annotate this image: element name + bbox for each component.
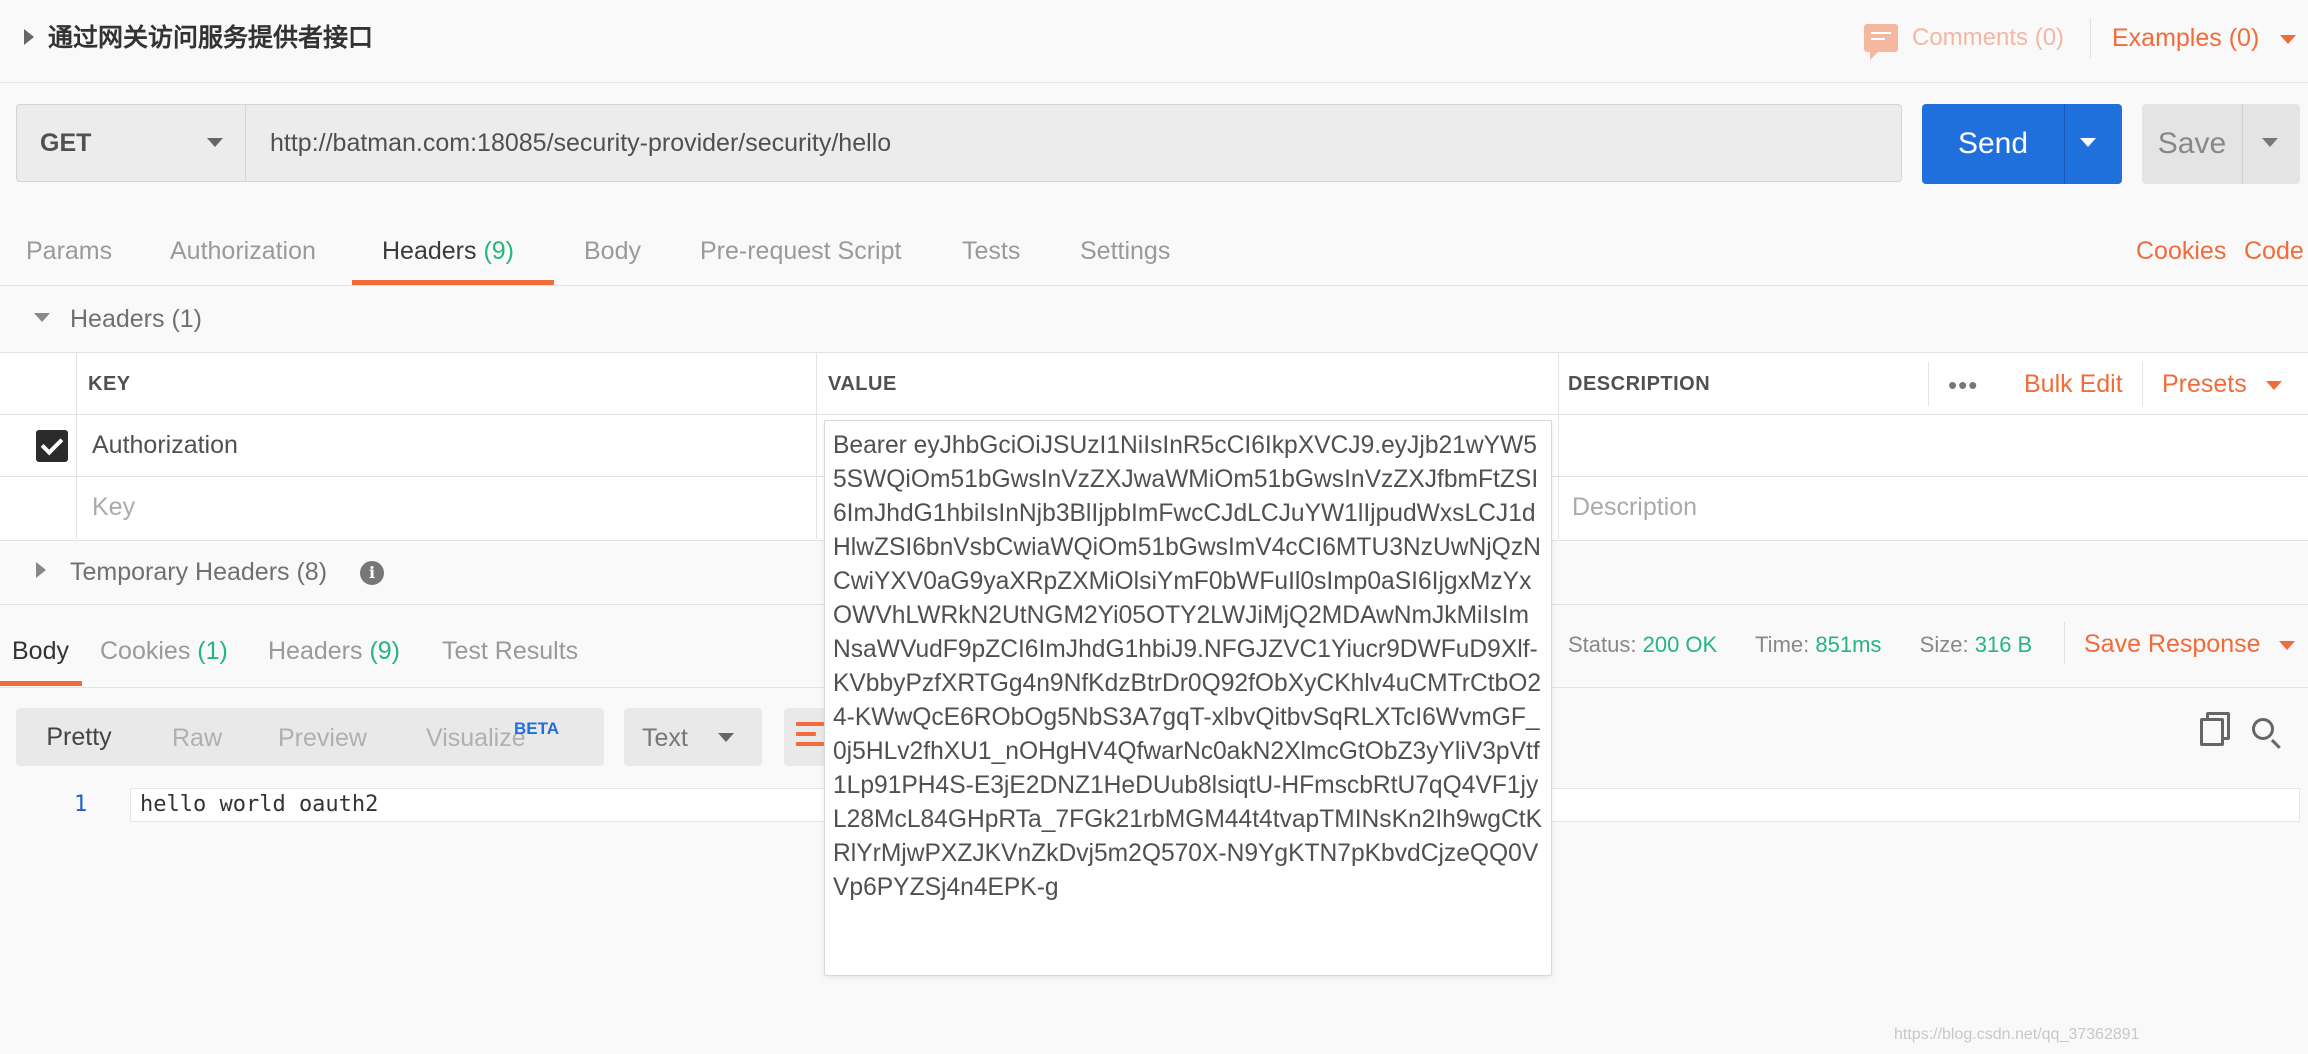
divider: [1928, 362, 1929, 406]
status-value[interactable]: 200 OK: [1643, 632, 1718, 657]
url-text: http://batman.com:18085/security-provide…: [270, 129, 892, 157]
presets-label: Presets: [2162, 370, 2247, 398]
column-header-value: VALUE: [828, 373, 897, 395]
column-header-key: KEY: [88, 373, 131, 395]
header-key-field[interactable]: Authorization: [92, 431, 238, 460]
divider: [2242, 104, 2243, 184]
divider: [1558, 352, 1559, 539]
tab-authorization[interactable]: Authorization: [170, 237, 316, 266]
chevron-down-icon: [718, 733, 734, 742]
tab-tests[interactable]: Tests: [962, 237, 1020, 266]
presets-dropdown[interactable]: Presets: [2162, 370, 2282, 399]
active-tab-indicator: [0, 681, 82, 686]
chevron-down-icon: [207, 138, 223, 147]
save-response-label: Save Response: [2084, 630, 2261, 658]
chevron-down-icon: [2280, 34, 2297, 44]
code-line[interactable]: hello world oauth2: [140, 792, 378, 817]
chevron-right-icon[interactable]: [36, 562, 46, 578]
time-label: Time:: [1755, 632, 1810, 657]
time-value[interactable]: 851ms: [1815, 632, 1881, 657]
info-icon[interactable]: i: [360, 561, 384, 585]
divider: [816, 352, 817, 539]
format-raw-button[interactable]: Raw: [172, 724, 222, 753]
line-number: 1: [74, 792, 88, 817]
collapse-caret-icon[interactable]: [24, 29, 34, 45]
cookies-link[interactable]: Cookies: [2136, 237, 2226, 266]
size-value[interactable]: 316 B: [1975, 632, 2033, 657]
examples-label: Examples (0): [2112, 24, 2260, 52]
response-tab-cookies-label: Cookies: [100, 637, 191, 665]
tab-headers-count: (9): [483, 237, 515, 265]
chevron-down-icon[interactable]: [34, 313, 50, 322]
content-type-label: Text: [642, 724, 688, 752]
divider: [0, 285, 2308, 286]
tab-headers-label: Headers: [382, 237, 477, 265]
response-tab-headers-count: (9): [369, 637, 401, 665]
search-icon[interactable]: [2252, 718, 2274, 740]
format-pretty-button[interactable]: Pretty: [16, 708, 142, 766]
headers-section-count: (1): [171, 305, 203, 333]
tab-pre-request-script[interactable]: Pre-request Script: [700, 237, 901, 266]
format-visualize-button[interactable]: Visualize: [426, 724, 526, 753]
response-tab-cookies-count: (1): [197, 637, 228, 665]
save-label: Save: [2157, 127, 2227, 160]
response-tab-headers[interactable]: Headers (9): [268, 637, 400, 666]
response-meta: Status: 200 OK Time: 851ms Size: 316 B: [1568, 632, 2032, 658]
chevron-down-icon: [2265, 380, 2282, 390]
format-preview-button[interactable]: Preview: [278, 724, 367, 753]
tab-params[interactable]: Params: [26, 237, 112, 266]
chevron-down-icon: [2279, 640, 2296, 650]
send-label: Send: [1957, 127, 2029, 160]
more-options-icon[interactable]: •••: [1948, 370, 1978, 401]
comments-button[interactable]: Comments (0): [1864, 16, 2064, 60]
bulk-edit-button[interactable]: Bulk Edit: [2024, 370, 2123, 399]
new-description-field[interactable]: Description: [1572, 493, 1697, 522]
headers-section-label: Headers: [70, 305, 165, 333]
divider: [2090, 18, 2091, 58]
response-tab-cookies[interactable]: Cookies (1): [100, 637, 228, 666]
column-header-description: DESCRIPTION: [1568, 373, 1711, 395]
tab-settings[interactable]: Settings: [1080, 237, 1170, 266]
divider: [2064, 622, 2065, 664]
save-response-dropdown[interactable]: Save Response: [2084, 630, 2296, 659]
new-key-field[interactable]: Key: [92, 493, 135, 522]
header-enabled-checkbox[interactable]: [36, 430, 68, 462]
header-value-text[interactable]: Bearer eyJhbGciOiJSUzI1NiIsInR5cCI6IkpXV…: [833, 429, 1543, 905]
beta-badge: BETA: [514, 719, 560, 738]
comment-icon: [1864, 24, 1898, 60]
size-label: Size:: [1919, 632, 1969, 657]
send-options-chevron-icon[interactable]: [2080, 138, 2096, 147]
temporary-headers-toggle[interactable]: Temporary Headers (8): [70, 558, 327, 587]
tab-headers[interactable]: Headers (9): [382, 237, 514, 266]
request-title[interactable]: 通过网关访问服务提供者接口: [48, 18, 373, 54]
headers-section-title[interactable]: Headers (1): [70, 305, 202, 334]
examples-dropdown[interactable]: Examples (0): [2112, 24, 2297, 53]
divider: [2142, 362, 2143, 406]
code-link[interactable]: Code: [2244, 237, 2304, 266]
temporary-headers-count: (8): [296, 558, 328, 586]
divider: [2064, 104, 2065, 184]
header-value-editor[interactable]: Bearer eyJhbGciOiJSUzI1NiIsInR5cCI6IkpXV…: [824, 420, 1552, 976]
method-label: GET: [40, 129, 92, 157]
watermark: https://blog.csdn.net/qq_37362891: [1894, 1026, 2140, 1043]
status-label: Status:: [1568, 632, 1637, 657]
temporary-headers-label: Temporary Headers: [70, 558, 290, 586]
comments-label: Comments (0): [1912, 24, 2065, 51]
response-tab-body[interactable]: Body: [12, 637, 69, 666]
copy-icon[interactable]: [2200, 718, 2224, 746]
tab-body[interactable]: Body: [584, 237, 641, 266]
save-options-chevron-icon[interactable]: [2262, 138, 2278, 147]
wrap-lines-icon: [796, 722, 824, 752]
response-tab-headers-label: Headers: [268, 637, 363, 665]
divider: [76, 352, 77, 539]
divider: [0, 414, 2308, 415]
response-tab-test-results[interactable]: Test Results: [442, 637, 578, 666]
